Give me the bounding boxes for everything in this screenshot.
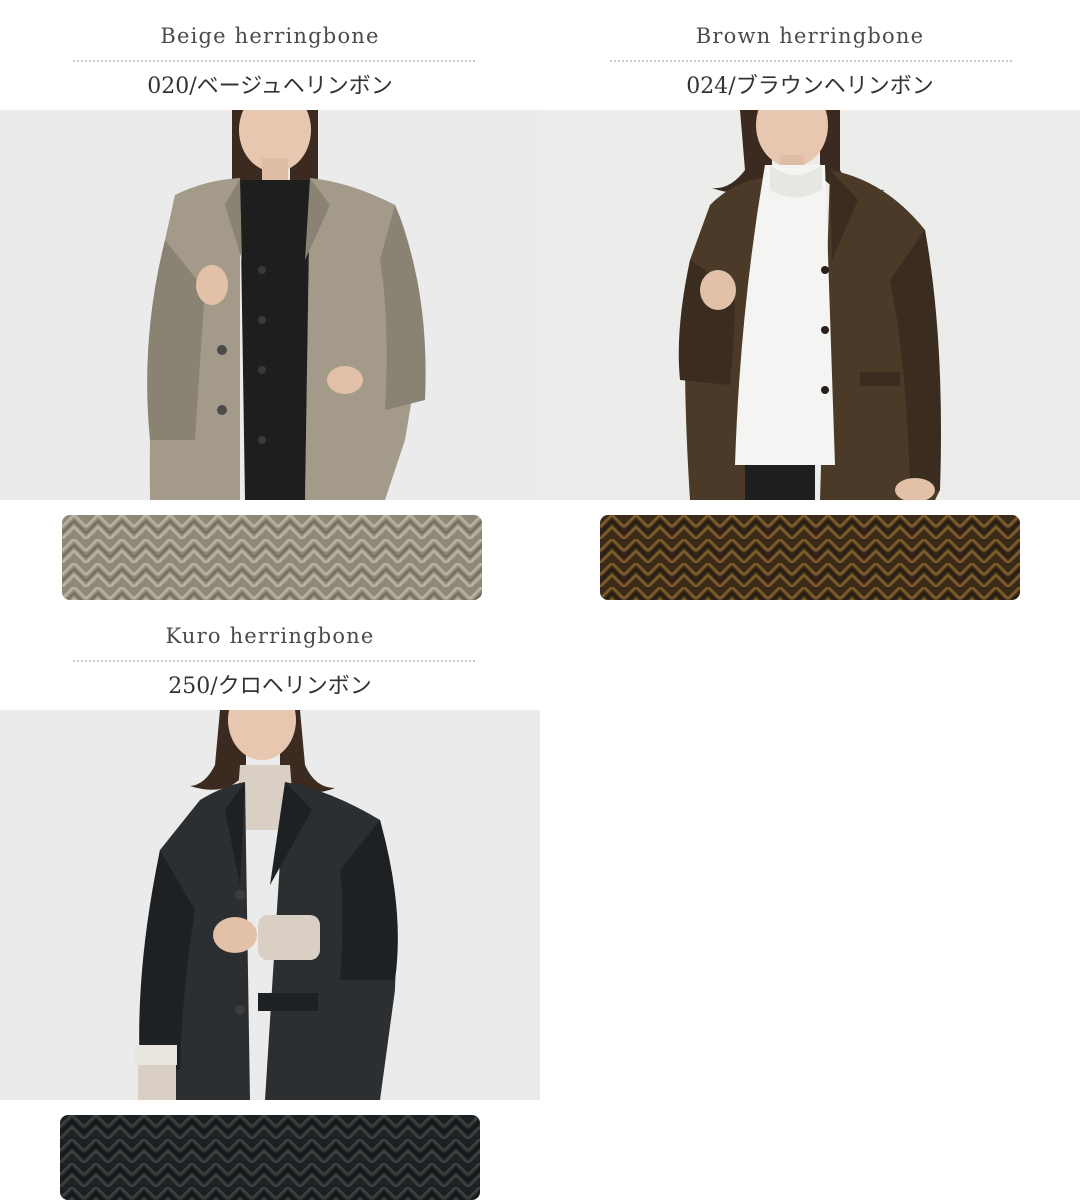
model-photo xyxy=(540,110,1080,500)
dotted-divider xyxy=(73,660,475,662)
fabric-swatch xyxy=(600,515,1020,600)
color-name-japanese: 250/クロヘリンボン xyxy=(168,674,372,699)
model-photo xyxy=(0,710,540,1100)
model-photo xyxy=(0,110,540,500)
color-name-english: Kuro herringbone xyxy=(165,624,375,648)
dotted-divider xyxy=(73,60,475,62)
color-name-english: Beige herringbone xyxy=(160,24,380,48)
color-name-japanese: 020/ベージュヘリンボン xyxy=(147,74,393,99)
dotted-divider xyxy=(610,60,1012,62)
fabric-swatch xyxy=(60,1115,480,1200)
fabric-swatch xyxy=(62,515,482,600)
color-name-japanese: 024/ブラウンヘリンボン xyxy=(686,74,934,99)
color-name-english: Brown herringbone xyxy=(695,24,925,48)
